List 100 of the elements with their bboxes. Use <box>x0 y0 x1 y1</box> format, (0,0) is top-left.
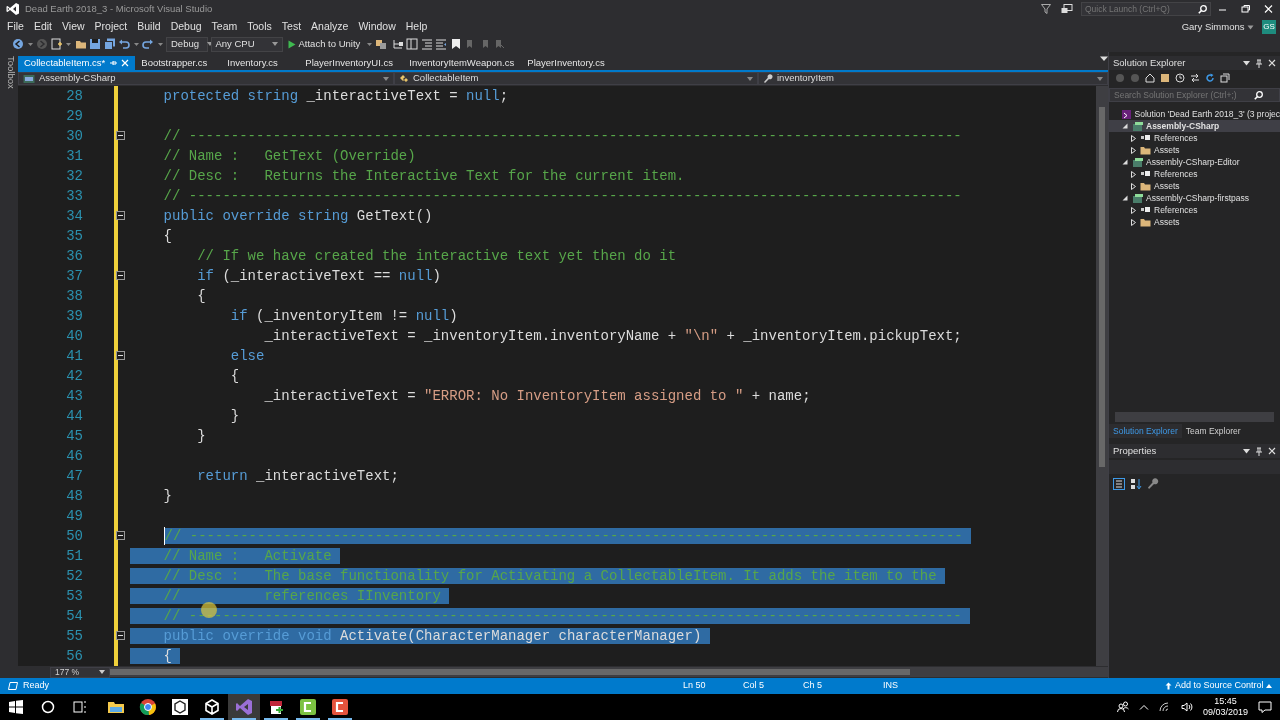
toolbox-tab[interactable]: Toolbox <box>0 52 18 678</box>
back-icon[interactable] <box>12 38 24 50</box>
bookmark-icon[interactable] <box>449 38 462 50</box>
collapse-icon[interactable] <box>116 351 125 360</box>
tree-item[interactable]: Assembly-CSharp <box>1109 120 1280 132</box>
volume-icon[interactable] <box>1180 702 1193 712</box>
avatar[interactable]: GS <box>1262 20 1276 34</box>
editor-tab[interactable]: InventoryItemWeapon.cs <box>403 56 522 70</box>
attach-button[interactable]: Attach to Unity <box>285 36 364 52</box>
indent-icon[interactable] <box>420 38 433 50</box>
collapsed-icon[interactable] <box>1130 206 1136 214</box>
expanded-icon[interactable] <box>1122 123 1128 129</box>
tree-item[interactable]: References <box>1109 168 1280 180</box>
vertical-scrollbar[interactable] <box>1096 86 1108 666</box>
switch-views-icon[interactable] <box>1160 73 1170 83</box>
restore-button[interactable] <box>1240 4 1251 14</box>
close-button[interactable] <box>1263 4 1274 14</box>
editor-tab[interactable]: Bootstrapper.cs <box>135 56 222 70</box>
project-dropdown[interactable]: Assembly-CSharp <box>18 72 394 85</box>
close-icon[interactable] <box>1268 447 1276 456</box>
chevron-up-icon[interactable] <box>1138 704 1149 710</box>
caret-icon[interactable] <box>1243 60 1250 66</box>
collapse-all-icon[interactable] <box>1220 73 1230 83</box>
panel-scrollbar[interactable] <box>1115 411 1274 422</box>
filter-icon[interactable] <box>1041 4 1051 14</box>
menu-item[interactable]: Build <box>132 19 166 35</box>
history-icon[interactable] <box>1175 73 1185 83</box>
redo-icon[interactable] <box>142 38 154 50</box>
menu-item[interactable]: Test <box>276 19 307 35</box>
source-control-button[interactable]: Add to Source Control <box>1165 679 1272 693</box>
tree-item[interactable]: Assembly-CSharp-firstpass <box>1109 192 1280 204</box>
menu-item[interactable]: Tools <box>242 19 277 35</box>
tree-item[interactable]: References <box>1109 132 1280 144</box>
collapsed-icon[interactable] <box>1130 146 1136 154</box>
tree-item[interactable]: Solution 'Dead Earth 2018_3' (3 projec <box>1109 108 1280 120</box>
collapse-icon[interactable] <box>116 131 125 140</box>
save-all-icon[interactable] <box>103 38 116 50</box>
tree-item[interactable]: Assets <box>1109 180 1280 192</box>
bookmark-clear-icon[interactable] <box>493 38 506 50</box>
wifi-icon[interactable] <box>1158 702 1171 712</box>
pin-icon[interactable] <box>1255 58 1263 68</box>
search-icon[interactable] <box>41 700 55 714</box>
tree-item[interactable]: References <box>1109 204 1280 216</box>
panel-tab[interactable]: Team Explorer <box>1181 423 1245 439</box>
expanded-icon[interactable] <box>1122 195 1128 201</box>
sync-icon[interactable] <box>1190 73 1200 83</box>
configuration-dropdown[interactable]: Debug <box>166 36 208 52</box>
menu-item[interactable]: Team <box>206 19 243 35</box>
collapse-icon[interactable] <box>116 631 125 640</box>
menu-item[interactable]: File <box>2 19 29 35</box>
sort-icon[interactable] <box>1130 478 1142 491</box>
menu-item[interactable]: View <box>57 19 90 35</box>
categorized-icon[interactable] <box>1113 478 1125 491</box>
panel-icon[interactable] <box>406 38 419 50</box>
clock-date[interactable]: 09/03/2019 <box>1202 707 1248 718</box>
close-icon[interactable] <box>1268 59 1276 67</box>
new-item-icon[interactable] <box>50 38 63 50</box>
tree-item[interactable]: Assembly-CSharp-Editor <box>1109 156 1280 168</box>
home-icon[interactable] <box>1145 73 1155 83</box>
tree-item[interactable]: Assets <box>1109 216 1280 228</box>
pin-icon[interactable] <box>1255 446 1263 456</box>
zoom-dropdown[interactable]: 177 % <box>50 666 110 678</box>
menu-item[interactable]: Project <box>89 19 133 35</box>
collapsed-icon[interactable] <box>1130 218 1136 226</box>
menu-item[interactable]: Help <box>400 19 433 35</box>
open-folder-icon[interactable] <box>74 38 87 50</box>
save-icon[interactable] <box>89 38 101 50</box>
menu-item[interactable]: Edit <box>28 19 57 35</box>
collapse-icon[interactable] <box>116 211 125 220</box>
type-dropdown[interactable]: CollectableItem <box>394 72 758 85</box>
platform-dropdown[interactable]: Any CPU <box>210 36 283 52</box>
tree-icon[interactable] <box>391 38 404 50</box>
editor-tab[interactable]: PlayerInventory.cs <box>521 56 618 70</box>
notifications-icon[interactable] <box>1258 701 1272 713</box>
caret-icon[interactable] <box>1243 448 1250 454</box>
collapse-icon[interactable] <box>116 531 125 540</box>
tree-item[interactable]: Assets <box>1109 144 1280 156</box>
outdent-icon[interactable] <box>435 38 448 50</box>
horizontal-scrollbar[interactable] <box>110 667 1108 677</box>
task-view-icon[interactable] <box>73 700 87 714</box>
clock-time[interactable]: 15:45 <box>1202 696 1248 707</box>
editor-tab[interactable]: Inventory.cs <box>221 56 300 70</box>
collapsed-icon[interactable] <box>1130 134 1136 142</box>
collapsed-icon[interactable] <box>1130 182 1136 190</box>
menu-item[interactable]: Debug <box>165 19 207 35</box>
menu-item[interactable]: Window <box>353 19 401 35</box>
feedback-icon[interactable] <box>1061 3 1073 15</box>
undo-icon[interactable] <box>118 38 130 50</box>
expanded-icon[interactable] <box>1122 159 1128 165</box>
account-name[interactable]: Gary Simmons <box>1181 19 1245 35</box>
member-dropdown[interactable]: inventoryItem <box>758 72 1108 85</box>
people-icon[interactable] <box>1116 701 1129 713</box>
tab-list-icon[interactable] <box>1100 56 1108 62</box>
collapse-icon[interactable] <box>116 271 125 280</box>
caret-icon[interactable] <box>1247 24 1254 30</box>
editor-tab[interactable]: PlayerInventoryUI.cs <box>299 56 404 70</box>
wrench-icon[interactable] <box>1147 478 1159 491</box>
refresh-icon[interactable] <box>1205 73 1215 83</box>
panel-tab[interactable]: Solution Explorer <box>1109 423 1182 439</box>
collapsed-icon[interactable] <box>1130 170 1136 178</box>
